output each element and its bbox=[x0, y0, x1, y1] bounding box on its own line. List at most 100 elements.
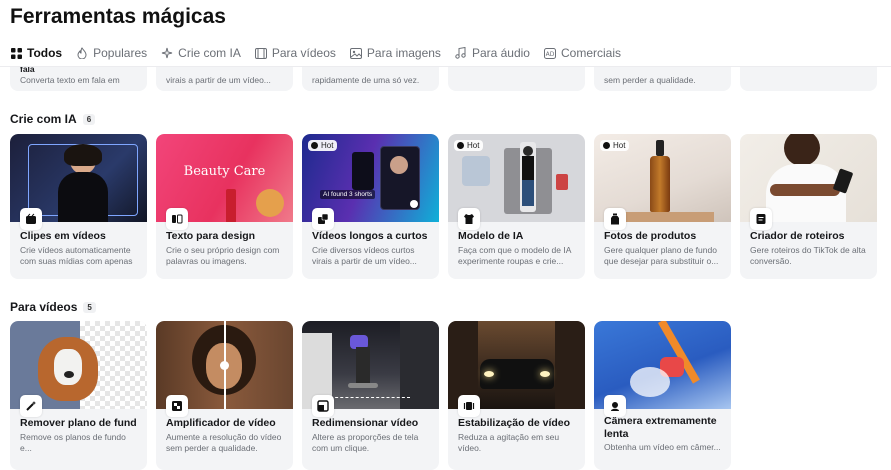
tab-label: Todos bbox=[27, 46, 63, 60]
section-title-text: Para vídeos bbox=[10, 300, 78, 314]
section-count-badge: 6 bbox=[82, 113, 96, 125]
video-clip-icon bbox=[20, 208, 42, 230]
tab-label: Populares bbox=[93, 46, 148, 60]
hot-icon bbox=[311, 142, 318, 149]
card-title: Estabilização de vídeo bbox=[458, 417, 571, 429]
card-description: Reduza a agitação em seu vídeo. bbox=[458, 432, 560, 453]
card-title: Redimensionar vídeo bbox=[312, 417, 419, 429]
card-description: Gere roteiros do TikTok de alta conversã… bbox=[750, 245, 866, 266]
ad-icon: AD bbox=[543, 47, 556, 59]
hot-badge: Hot bbox=[308, 140, 338, 151]
enhance-icon bbox=[166, 395, 188, 417]
card-description: rapidamente de uma só vez. bbox=[312, 75, 420, 85]
tool-card-modelo-de-ia[interactable]: Hot Modelo de IA Faça com que o modelo d… bbox=[448, 134, 585, 279]
card-title: fala bbox=[20, 67, 35, 74]
thumb-caption: Beauty Care bbox=[183, 164, 266, 179]
tab-label: Crie com IA bbox=[178, 46, 241, 60]
hot-label: Hot bbox=[321, 141, 334, 150]
card-title: Amplificador de vídeo bbox=[166, 417, 276, 429]
tab-para-audio[interactable]: Para áudio bbox=[455, 46, 530, 60]
para-videos-row: Remover plano de fundo Remove os planos … bbox=[10, 321, 731, 470]
tool-card-fotos-de-produtos[interactable]: Hot Fotos de produtos Gere qualquer plan… bbox=[594, 134, 731, 279]
tab-para-videos[interactable]: Para vídeos bbox=[254, 46, 336, 60]
tab-populares[interactable]: Populares bbox=[76, 46, 147, 60]
tab-label: Para áudio bbox=[471, 46, 530, 60]
hot-badge: Hot bbox=[600, 140, 630, 151]
card-description: Faça com que o modelo de IA experimente … bbox=[458, 245, 571, 266]
card-description: Altere as proporções de tela com um cliq… bbox=[312, 432, 419, 453]
section-title-crie-com-ia: Crie com IA 6 bbox=[10, 112, 96, 126]
card-title: Clipes em vídeos bbox=[20, 230, 106, 242]
tab-label: Comerciais bbox=[560, 46, 621, 60]
tool-card-texto-para-design[interactable]: Beauty Care Texto para design Crie o seu… bbox=[156, 134, 293, 279]
hot-icon bbox=[603, 142, 610, 149]
card-description bbox=[750, 75, 867, 87]
section-title-text: Crie com IA bbox=[10, 112, 77, 126]
card-description: virais a partir de um vídeo... bbox=[166, 75, 271, 85]
card-description: Crie vídeos automaticamente com suas míd… bbox=[20, 245, 133, 266]
section-count-badge: 5 bbox=[83, 301, 96, 313]
ai-model-shirt-icon bbox=[458, 208, 480, 230]
card-description: sem perder a qualidade. bbox=[604, 75, 696, 85]
card-description: Remove os planos de fundo e... bbox=[20, 432, 126, 453]
card-description: Obtenha um vídeo em câmer... bbox=[604, 442, 721, 452]
svg-text:AD: AD bbox=[546, 51, 555, 58]
card-title: Modelo de IA bbox=[458, 230, 524, 242]
tab-todos[interactable]: Todos bbox=[10, 46, 62, 60]
tool-card-amplificador-de-video[interactable]: Amplificador de vídeo Aumente a resoluçã… bbox=[156, 321, 293, 470]
tool-card-videos-longos-a-curtos[interactable]: Hot AI found 3 shorts Vídeos longos a cu… bbox=[302, 134, 439, 279]
card-title: Vídeos longos a curtos bbox=[312, 230, 428, 242]
tool-card[interactable] bbox=[740, 67, 877, 91]
hot-label: Hot bbox=[613, 141, 626, 150]
tab-label: Para imagens bbox=[366, 46, 441, 60]
card-description bbox=[458, 75, 575, 87]
flame-icon bbox=[76, 47, 88, 59]
card-title: Remover plano de fundo bbox=[20, 417, 137, 429]
previous-section-row: fala Converta texto em fala em vá... vir… bbox=[10, 67, 877, 91]
tool-card-camera-extremamente-lenta[interactable]: Câmera extremamente lenta Obtenha um víd… bbox=[594, 321, 731, 470]
tool-card-redimensionar-video[interactable]: Redimensionar vídeo Altere as proporções… bbox=[302, 321, 439, 470]
stabilize-icon bbox=[458, 395, 480, 417]
sparkle-icon bbox=[161, 47, 173, 59]
long-to-short-icon bbox=[312, 208, 334, 230]
tool-card[interactable]: fala Converta texto em fala em vá... bbox=[10, 67, 147, 91]
tab-crie-com-ia[interactable]: Crie com IA bbox=[161, 46, 241, 60]
card-description: Crie o seu próprio design com palavras o… bbox=[166, 245, 280, 266]
card-title: Texto para design bbox=[166, 230, 256, 242]
resize-icon bbox=[312, 395, 334, 417]
category-tabs: Todos Populares Crie com IA Para vídeos … bbox=[10, 44, 635, 62]
slow-motion-camera-icon bbox=[604, 395, 626, 417]
hot-label: Hot bbox=[467, 141, 480, 150]
tab-para-imagens[interactable]: Para imagens bbox=[349, 46, 441, 60]
card-title: Fotos de produtos bbox=[604, 230, 697, 242]
card-description: Crie diversos vídeos curtos virais a par… bbox=[312, 245, 417, 266]
tool-card-criador-de-roteiros[interactable]: Criador de roteiros Gere roteiros do Tik… bbox=[740, 134, 877, 279]
hot-badge: Hot bbox=[454, 140, 484, 151]
magic-wand-icon bbox=[20, 395, 42, 417]
text-design-icon bbox=[166, 208, 188, 230]
crie-com-ia-row: Clipes em vídeos Crie vídeos automaticam… bbox=[10, 134, 877, 279]
tab-label: Para vídeos bbox=[271, 46, 336, 60]
thumb-caption: AI found 3 shorts bbox=[320, 190, 376, 199]
tool-card-clipes-em-videos[interactable]: Clipes em vídeos Crie vídeos automaticam… bbox=[10, 134, 147, 279]
grid-icon bbox=[10, 47, 22, 59]
script-icon bbox=[750, 208, 772, 230]
tool-card-estabilizacao-de-video[interactable]: Estabilização de vídeo Reduza a agitação… bbox=[448, 321, 585, 470]
tool-card-remover-plano-de-fundo[interactable]: Remover plano de fundo Remove os planos … bbox=[10, 321, 147, 470]
tool-card[interactable]: virais a partir de um vídeo... bbox=[156, 67, 293, 91]
product-photo-icon bbox=[604, 208, 626, 230]
tab-comerciais[interactable]: AD Comerciais bbox=[543, 46, 621, 60]
card-title: Câmera extremamente lenta bbox=[604, 415, 717, 440]
card-description: Gere qualquer plano de fundo que desejar… bbox=[604, 245, 719, 266]
image-icon bbox=[349, 47, 362, 59]
tool-card[interactable]: sem perder a qualidade. bbox=[594, 67, 731, 91]
card-description: Aumente a resolução do vídeo sem perder … bbox=[166, 432, 282, 453]
section-title-para-videos: Para vídeos 5 bbox=[10, 300, 96, 314]
music-icon bbox=[455, 47, 467, 59]
card-title: Criador de roteiros bbox=[750, 230, 845, 242]
page-title: Ferramentas mágicas bbox=[10, 5, 226, 28]
film-icon bbox=[254, 47, 267, 59]
hot-icon bbox=[457, 142, 464, 149]
tool-card[interactable] bbox=[448, 67, 585, 91]
tool-card[interactable]: rapidamente de uma só vez. bbox=[302, 67, 439, 91]
